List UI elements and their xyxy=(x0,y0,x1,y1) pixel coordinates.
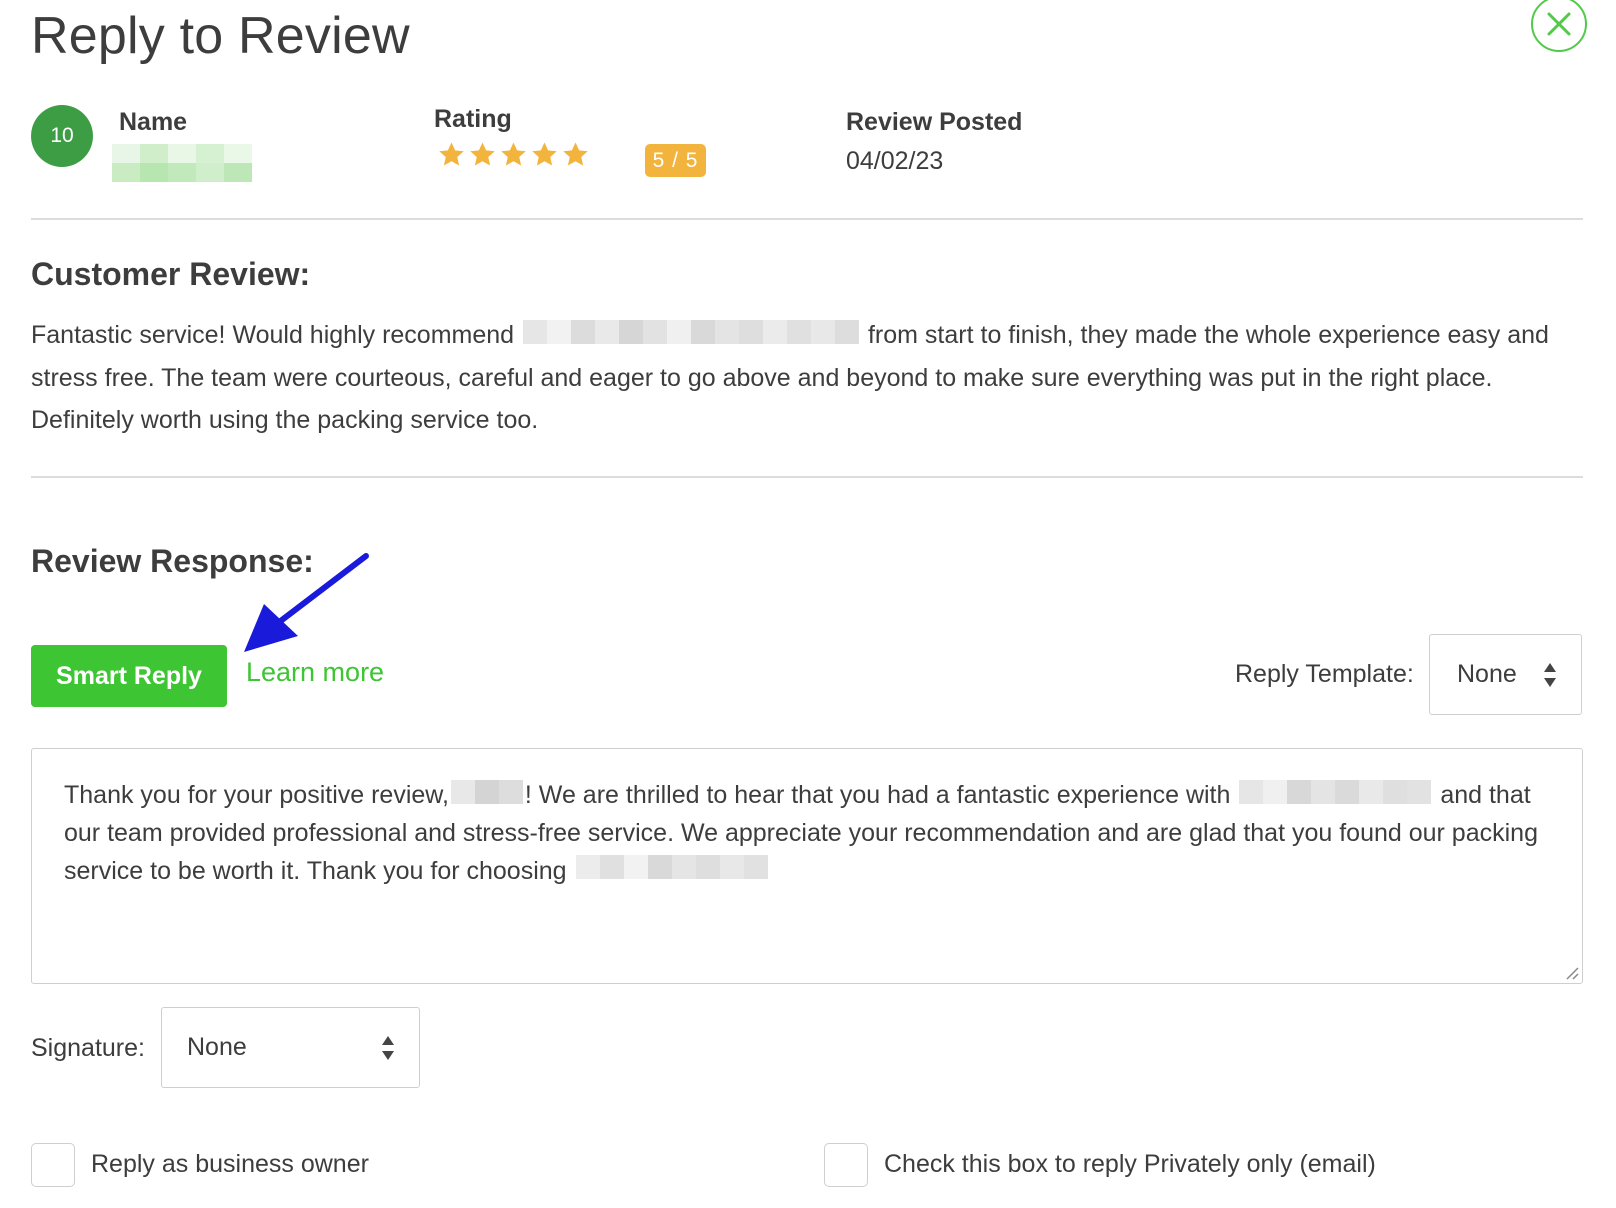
star-icon xyxy=(501,142,526,166)
close-button[interactable] xyxy=(1531,0,1587,52)
reply-as-owner-checkbox[interactable] xyxy=(31,1143,75,1187)
signature-select[interactable]: None xyxy=(161,1007,420,1088)
divider xyxy=(31,218,1583,220)
star-icon xyxy=(532,142,557,166)
close-icon xyxy=(1547,12,1571,36)
select-arrows-icon xyxy=(1544,663,1556,687)
resize-handle-icon[interactable] xyxy=(1563,964,1579,980)
redacted-business-name xyxy=(1239,778,1432,816)
redacted-customer-name xyxy=(450,778,523,816)
learn-more-link[interactable]: Learn more xyxy=(246,657,384,688)
reply-template-select[interactable]: None xyxy=(1429,634,1582,715)
star-icon xyxy=(470,142,495,166)
reply-template-value: None xyxy=(1457,660,1517,688)
dialog-title: Reply to Review xyxy=(31,7,410,65)
name-label: Name xyxy=(119,108,188,136)
reply-privately-label: Check this box to reply Privately only (… xyxy=(884,1150,1376,1178)
annotation-arrow-icon xyxy=(244,553,369,652)
reply-text-part1: Thank you for your positive review, xyxy=(64,781,449,809)
signature-value: None xyxy=(187,1033,247,1061)
reply-text-part2: ! We are thrilled to hear that you had a… xyxy=(524,781,1231,809)
review-posted-date: 04/02/23 xyxy=(846,147,944,175)
reply-template-label: Reply Template: xyxy=(1235,660,1414,688)
redacted-name xyxy=(112,144,252,182)
customer-review-text: Fantastic service! Would highly recommen… xyxy=(31,314,1591,441)
signature-label: Signature: xyxy=(31,1034,145,1062)
reply-textarea[interactable]: Thank you for your positive review, ! We … xyxy=(31,748,1583,984)
redacted-business-name xyxy=(575,853,768,891)
rating-stars xyxy=(436,140,591,170)
rating-badge: 5 / 5 xyxy=(645,144,706,177)
review-text-start: Fantastic service! Would highly recommen… xyxy=(31,321,515,349)
divider xyxy=(31,476,1583,478)
reply-as-owner-label: Reply as business owner xyxy=(91,1150,369,1178)
smart-reply-button[interactable]: Smart Reply xyxy=(31,645,227,707)
customer-review-heading: Customer Review: xyxy=(31,256,311,292)
reply-privately-checkbox[interactable] xyxy=(824,1143,868,1187)
avatar: 10 xyxy=(31,105,93,167)
rating-label: Rating xyxy=(434,105,512,133)
star-icon xyxy=(439,142,464,166)
star-icon xyxy=(563,142,588,166)
review-posted-label: Review Posted xyxy=(846,108,1023,136)
redacted-business-name xyxy=(523,315,860,357)
select-arrows-icon xyxy=(382,1036,394,1060)
